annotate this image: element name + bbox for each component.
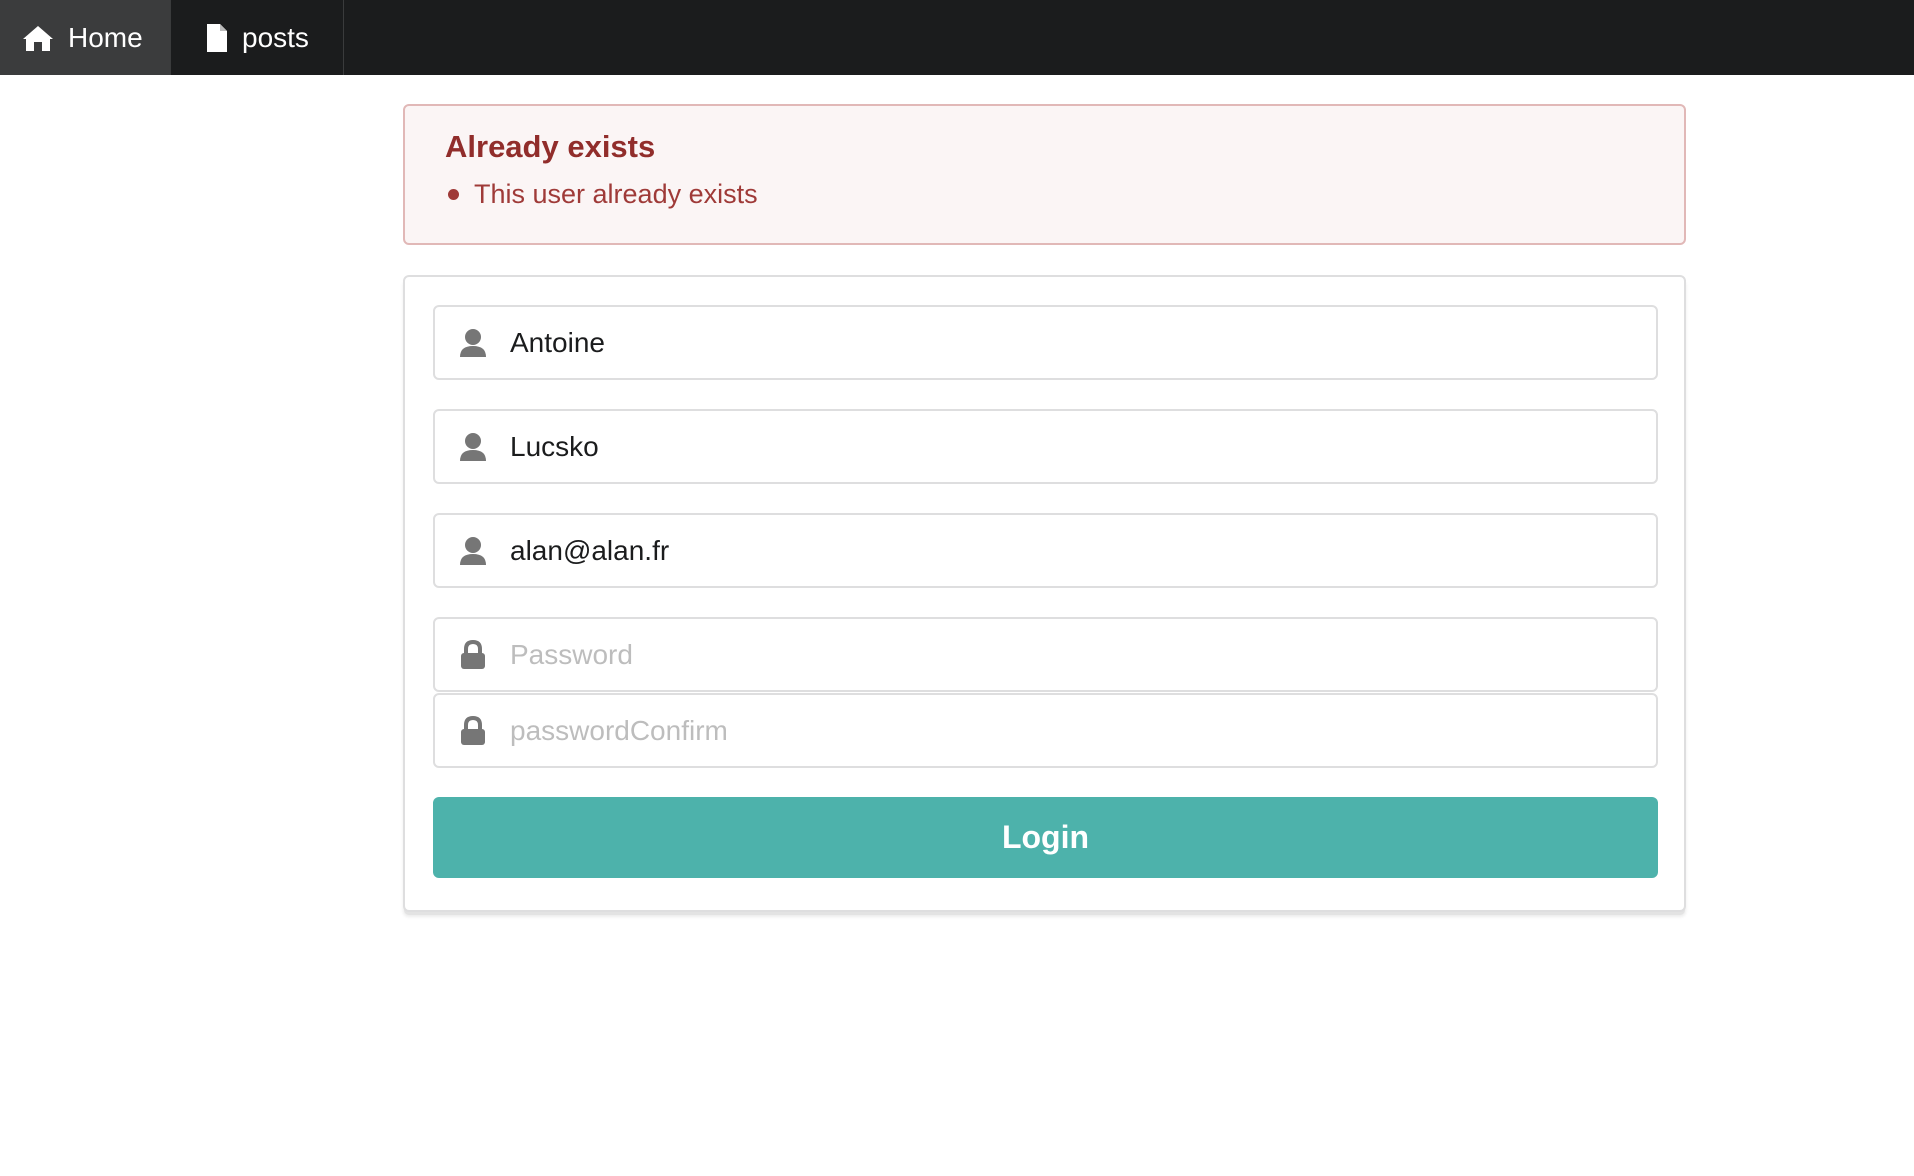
lastname-field [433, 409, 1658, 484]
email-field [433, 513, 1658, 588]
bullet-icon [448, 189, 459, 201]
nav-item-home[interactable]: Home [0, 0, 171, 75]
firstname-field [433, 305, 1658, 380]
error-message: Already exists This user already exists [403, 104, 1686, 245]
nav-item-posts[interactable]: posts [171, 0, 344, 75]
user-icon [435, 536, 510, 566]
error-list-item: This user already exists [445, 179, 1644, 210]
password-confirm-input[interactable] [510, 700, 1630, 761]
nav-item-label: posts [242, 21, 309, 53]
error-list: This user already exists [445, 179, 1644, 210]
lock-icon [435, 639, 510, 670]
user-icon [435, 328, 510, 358]
nav-item-label: Home [68, 21, 143, 53]
home-icon [23, 25, 53, 51]
password-input[interactable] [510, 624, 1630, 685]
lastname-input[interactable] [510, 416, 1630, 477]
lock-icon [435, 715, 510, 746]
login-button[interactable]: Login [433, 797, 1658, 878]
register-form: Login [403, 275, 1686, 912]
error-text: This user already exists [474, 179, 758, 210]
password-confirm-field [433, 693, 1658, 768]
user-icon [435, 432, 510, 462]
file-icon [207, 23, 227, 52]
email-input[interactable] [510, 520, 1630, 581]
firstname-input[interactable] [510, 312, 1630, 373]
password-field [433, 617, 1658, 692]
top-navbar: Home posts [0, 0, 1914, 75]
error-title: Already exists [445, 129, 656, 164]
